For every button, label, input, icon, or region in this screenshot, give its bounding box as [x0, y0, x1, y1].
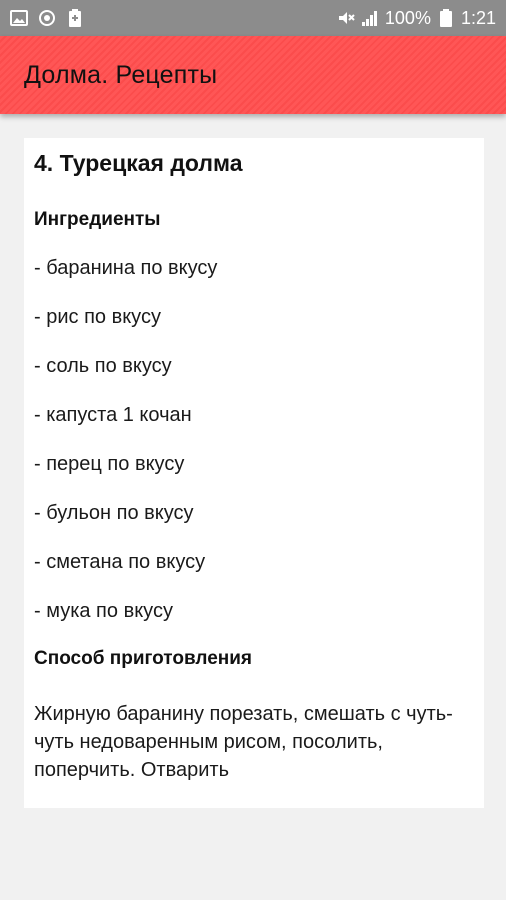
ingredient-item: - баранина по вкусу [34, 257, 218, 279]
method-heading: Способ приготовления [34, 648, 253, 669]
app-title: Долма. Рецепты [24, 60, 218, 89]
status-left-icons [10, 9, 84, 27]
ingredient-item: - соль по вкусу [34, 355, 172, 377]
ingredient-list: - баранина по вкусу - рис по вкусу - сол… [34, 256, 474, 623]
ingredient-item: - перец по вкусу [34, 453, 185, 475]
app-bar: Долма. Рецепты [0, 36, 506, 114]
recipe-card[interactable]: 4. Турецкая долма Ингредиенты - баранина… [24, 138, 484, 808]
mute-icon [337, 9, 355, 27]
ingredient-item: - сметана по вкусу [34, 551, 206, 573]
method-text: Жирную баранину порезать, смешать с чуть… [34, 703, 453, 781]
ingredient-item: - капуста 1 кочан [34, 404, 192, 426]
status-time: 1:21 [460, 7, 496, 28]
ingredient-item: - рис по вкусу [34, 306, 161, 328]
status-right: 100% 1:21 [337, 8, 496, 29]
battery-saver-icon [66, 9, 84, 27]
sync-icon [38, 9, 56, 27]
status-bar: 100% 1:21 [0, 0, 506, 36]
image-icon [10, 9, 28, 27]
battery-icon [437, 9, 455, 27]
battery-percent: 100% [384, 7, 431, 28]
signal-icon [361, 9, 379, 27]
ingredient-item: - бульон по вкусу [34, 502, 194, 524]
ingredients-heading: Ингредиенты [34, 209, 161, 230]
recipe-title: 4. Турецкая долма [34, 150, 243, 176]
ingredient-item: - мука по вкусу [34, 600, 173, 622]
